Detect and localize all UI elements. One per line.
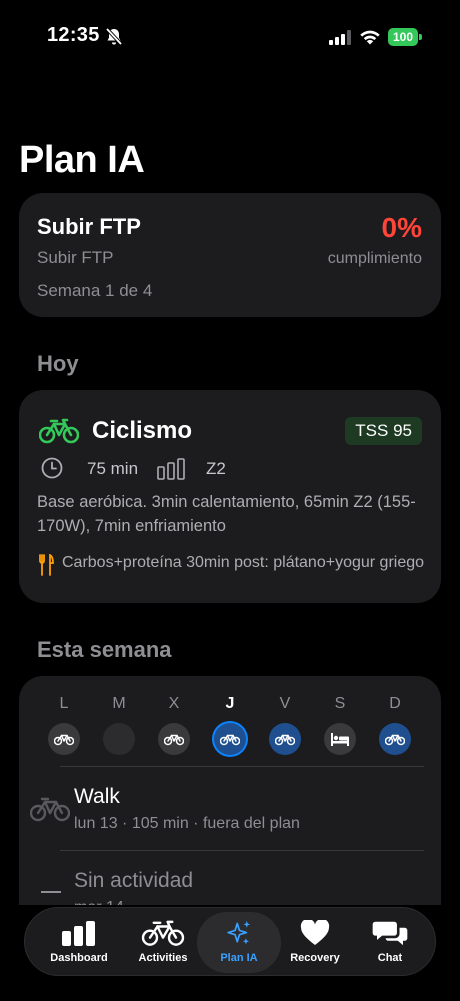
- day-letter: S: [334, 695, 346, 712]
- day-sunday[interactable]: D: [378, 694, 412, 755]
- goal-completion-percent: 0%: [381, 212, 422, 243]
- heart-icon: [300, 920, 330, 945]
- day-monday[interactable]: L: [47, 694, 81, 755]
- goal-subtitle: Subir FTP: [37, 248, 114, 267]
- nutrition-tip: Carbos+proteína 30min post: plátano+yogu…: [62, 554, 425, 571]
- goal-card[interactable]: Subir FTP Subir FTP Semana 1 de 4 0% cum…: [19, 193, 441, 317]
- day-letter: D: [389, 695, 401, 712]
- bar-chart-icon: [62, 921, 95, 946]
- workout-type: Ciclismo: [92, 417, 193, 444]
- wifi-icon: [360, 30, 380, 45]
- tab-activities[interactable]: Activities: [123, 912, 203, 973]
- battery-indicator: 100: [388, 28, 422, 46]
- fork-knife-icon: [39, 554, 54, 576]
- bed-icon: [331, 733, 349, 746]
- tab-bar: Dashboard Activities Plan IA Recovery Ch…: [24, 907, 436, 976]
- workout-duration: 75 min: [87, 459, 139, 478]
- tab-dashboard[interactable]: Dashboard: [39, 912, 119, 973]
- goal-week-progress: Semana 1 de 4: [37, 281, 153, 300]
- activity-title: Walk: [74, 785, 120, 808]
- tab-recovery[interactable]: Recovery: [275, 912, 355, 973]
- workout-zone: Z2: [206, 459, 226, 478]
- bike-icon: [385, 734, 405, 746]
- tab-chat[interactable]: Chat: [350, 912, 430, 973]
- today-workout-card[interactable]: Ciclismo TSS 95 75 min Z2 Base aeróbica.…: [19, 390, 441, 603]
- day-saturday[interactable]: S: [323, 694, 357, 755]
- battery-nub: [419, 34, 422, 40]
- bell-slash-icon: [105, 27, 123, 46]
- goal-completion-label: cumplimiento: [327, 250, 422, 267]
- day-tuesday[interactable]: M: [102, 694, 136, 755]
- day-letter: V: [279, 695, 291, 712]
- bike-icon: [141, 920, 185, 946]
- day-status-done: [269, 723, 301, 755]
- day-status-rest: [324, 723, 356, 755]
- section-title-week: Esta semana: [37, 637, 172, 662]
- goal-title: Subir FTP: [37, 214, 141, 239]
- tab-label: Chat: [377, 952, 403, 964]
- day-thursday[interactable]: J: [213, 694, 247, 755]
- day-status-done: [379, 723, 411, 755]
- workout-description: Base aeróbica. 3min calentamiento, 65min…: [37, 493, 416, 535]
- day-letter: M: [112, 695, 126, 712]
- bike-icon: [275, 734, 295, 746]
- day-status-planned: [158, 723, 190, 755]
- sparkles-icon: [227, 920, 251, 945]
- day-status-planned: [48, 723, 80, 755]
- intensity-bars-icon: [157, 458, 185, 480]
- tss-badge: TSS 95: [345, 417, 422, 445]
- bike-icon: [164, 734, 184, 746]
- bike-icon: [30, 797, 70, 822]
- tab-label: Activities: [138, 952, 188, 964]
- day-friday[interactable]: V: [268, 694, 302, 755]
- day-letter: L: [59, 695, 69, 712]
- section-title-today: Hoy: [37, 351, 79, 376]
- divider: [60, 766, 424, 767]
- activity-meta: lun 13 · 105 min · fuera del plan: [74, 815, 300, 832]
- dash-icon: [41, 891, 61, 893]
- tab-plan-ia[interactable]: Plan IA: [197, 912, 281, 973]
- chat-bubbles-icon: [372, 921, 408, 946]
- tab-label: Recovery: [290, 952, 340, 964]
- clock-icon: [41, 457, 63, 479]
- bike-icon: [39, 418, 79, 444]
- bike-icon: [54, 734, 74, 746]
- day-wednesday[interactable]: X: [157, 694, 191, 755]
- page-title: Plan IA: [19, 139, 145, 181]
- day-status-empty: [103, 723, 135, 755]
- tab-label: Dashboard: [50, 952, 108, 964]
- day-status-today: [214, 723, 246, 755]
- bike-icon: [220, 734, 240, 746]
- status-bar: 12:35 100: [0, 0, 460, 76]
- day-letter: J: [225, 695, 235, 712]
- day-letter: X: [168, 695, 180, 712]
- divider: [60, 850, 424, 851]
- activity-title: Sin actividad: [74, 869, 194, 892]
- cellular-signal-icon: [329, 30, 351, 45]
- status-time: 12:35: [47, 24, 100, 46]
- battery-level: 100: [388, 28, 418, 46]
- tab-label: Plan IA: [220, 952, 258, 964]
